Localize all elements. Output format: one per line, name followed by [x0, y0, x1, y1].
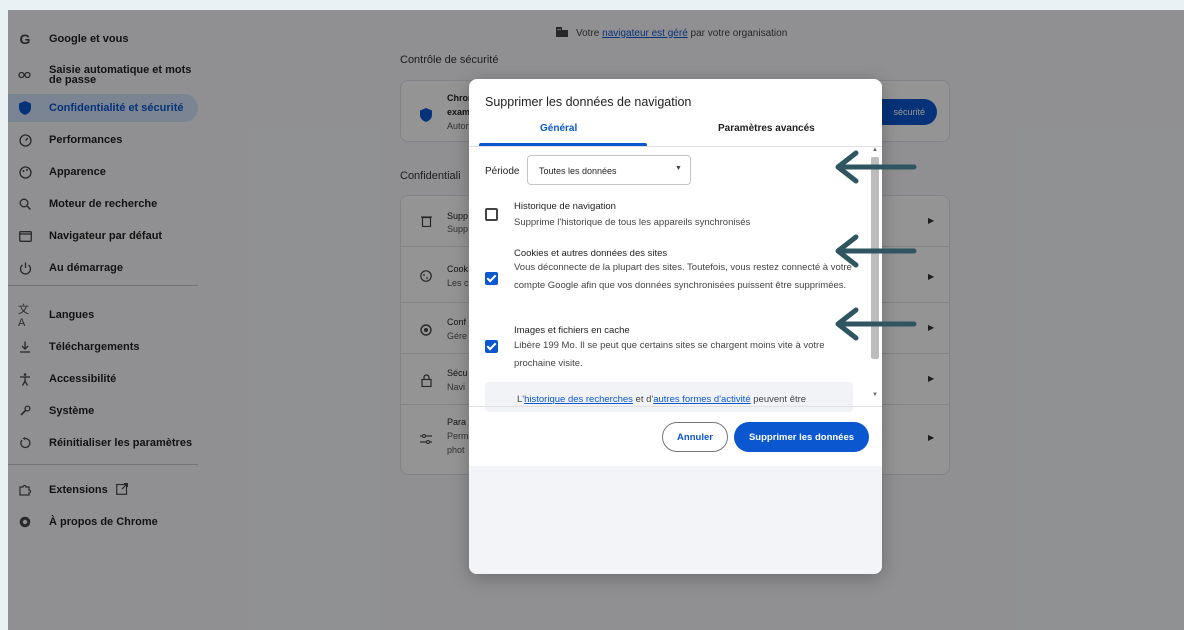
- history-checkbox[interactable]: [485, 208, 498, 221]
- caret-down-icon: ▼: [675, 165, 682, 172]
- annotation-arrow-icon: [835, 307, 917, 341]
- option-description: Libère 199 Mo. Il se peut que certains s…: [514, 340, 825, 369]
- clear-browsing-data-dialog: Supprimer les données de navigation Géné…: [469, 79, 882, 574]
- option-description: Vous déconnecte de la plupart des sites.…: [514, 262, 852, 291]
- cancel-button[interactable]: Annuler: [662, 422, 728, 452]
- tab-general[interactable]: Général: [540, 123, 577, 134]
- search-history-link[interactable]: historique des recherches: [524, 394, 633, 405]
- other-activity-link[interactable]: autres formes d'activité: [653, 394, 750, 405]
- delete-data-button[interactable]: Supprimer les données: [734, 422, 869, 452]
- option-description: Supprime l'historique de tous les appare…: [514, 217, 751, 228]
- scroll-down-icon[interactable]: ▼: [872, 392, 878, 398]
- option-title: Cookies et autres données des sites: [514, 248, 668, 259]
- period-label: Période: [485, 166, 520, 177]
- annotation-arrow-icon: [835, 234, 917, 268]
- period-select[interactable]: Toutes les données ▼: [527, 155, 691, 185]
- cache-checkbox[interactable]: [485, 340, 498, 353]
- dialog-title: Supprimer les données de navigation: [485, 95, 692, 109]
- dialog-footer-area: [469, 466, 882, 574]
- option-title: Images et fichiers en cache: [514, 325, 630, 336]
- tab-advanced[interactable]: Paramètres avancés: [718, 123, 815, 134]
- period-select-value: Toutes les données: [539, 166, 617, 176]
- option-title: Historique de navigation: [514, 201, 616, 212]
- annotation-arrow-icon: [835, 150, 917, 184]
- cookies-checkbox[interactable]: [485, 272, 498, 285]
- info-box: L'historique des recherches et d'autres …: [485, 382, 853, 412]
